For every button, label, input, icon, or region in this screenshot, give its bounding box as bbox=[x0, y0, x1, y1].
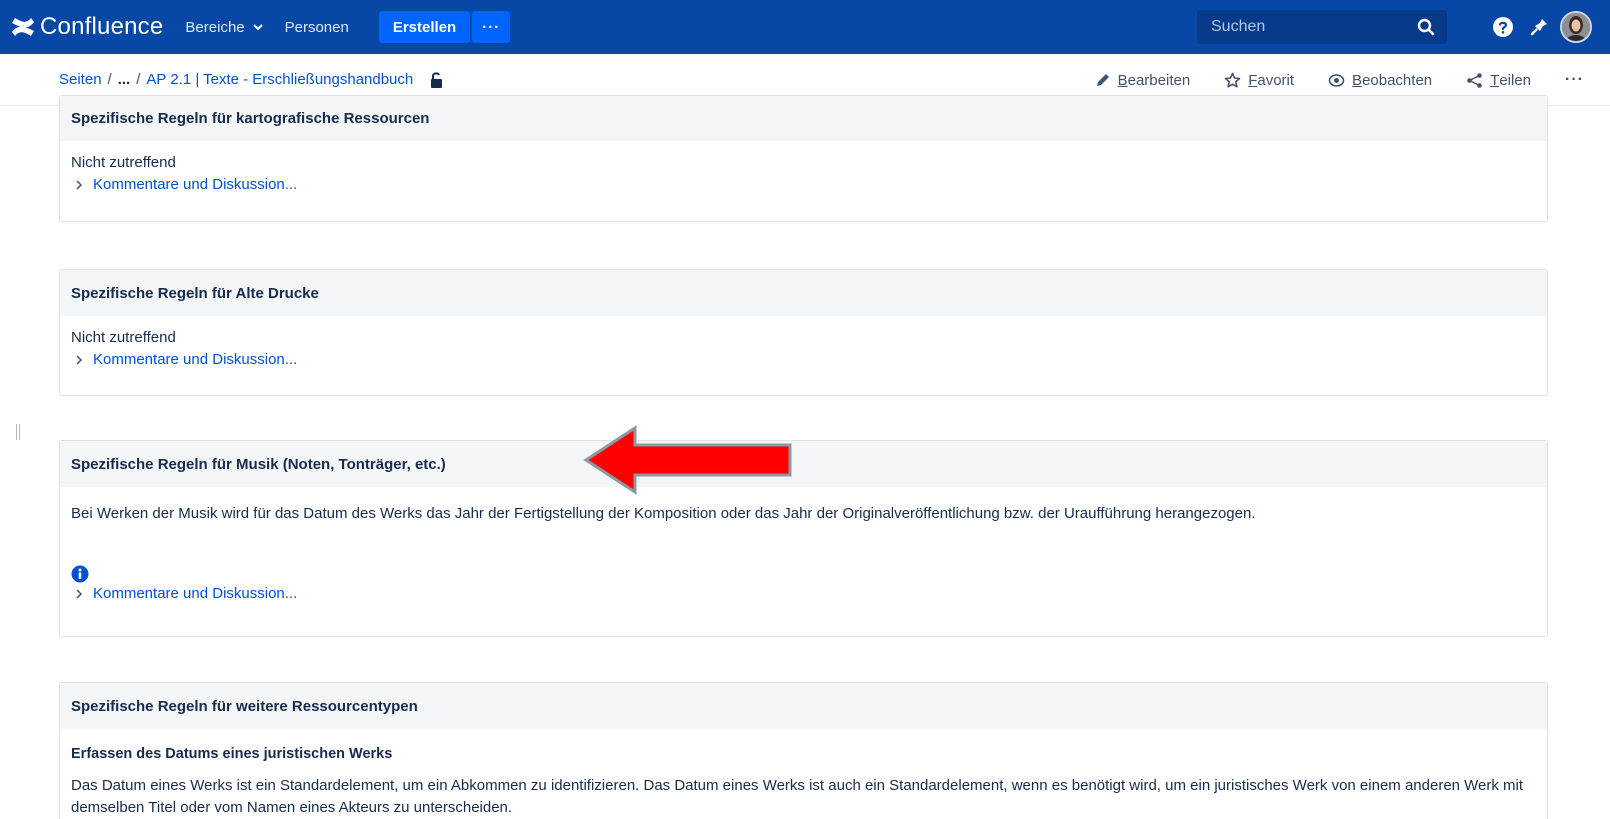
chevron-right-icon bbox=[76, 180, 83, 190]
comments-link[interactable]: Kommentare und Diskussion... bbox=[75, 174, 1536, 196]
chevron-right-icon bbox=[76, 589, 83, 599]
logo-text: Confluence bbox=[40, 13, 164, 40]
breadcrumb-current-page-link[interactable]: AP 2.1 | Texte - Erschließungshandbuch bbox=[146, 71, 413, 88]
share-label: eilen bbox=[1499, 71, 1532, 89]
search-input[interactable] bbox=[1211, 18, 1411, 36]
panel-body: Nicht zutreffend Kommentare und Diskussi… bbox=[60, 141, 1547, 196]
comments-link-label: Kommentare und Diskussion... bbox=[93, 176, 298, 193]
create-button[interactable]: Erstellen bbox=[378, 11, 471, 43]
share-accesskey: T bbox=[1490, 71, 1500, 89]
nav-spaces[interactable]: Bereiche bbox=[185, 18, 263, 36]
edit-button[interactable]: Bearbeiten bbox=[1094, 71, 1191, 89]
breadcrumb: Seiten / ... / AP 2.1 | Texte - Erschlie… bbox=[59, 71, 445, 89]
panel-title: Spezifische Regeln für Musik (Noten, Ton… bbox=[60, 441, 1547, 487]
panel-music: Spezifische Regeln für Musik (Noten, Ton… bbox=[59, 440, 1548, 637]
panel-subheading: Erfassen des Datums eines juristischen W… bbox=[71, 746, 393, 762]
nav-people[interactable]: Personen bbox=[285, 19, 349, 36]
confluence-logo-icon bbox=[12, 18, 34, 36]
panel-text: Bei Werken der Musik wird für das Datum … bbox=[71, 505, 1256, 522]
chevron-right-icon bbox=[76, 355, 83, 365]
sidebar-resize-handle[interactable] bbox=[16, 424, 22, 440]
panel-title: Spezifische Regeln für Alte Drucke bbox=[60, 270, 1547, 316]
red-arrow bbox=[583, 425, 792, 495]
share-button[interactable]: Teilen bbox=[1466, 72, 1531, 89]
comments-link[interactable]: Kommentare und Diskussion... bbox=[75, 583, 1536, 605]
breadcrumb-separator: / bbox=[107, 71, 112, 88]
panel-old-prints: Spezifische Regeln für Alte Drucke Nicht… bbox=[59, 269, 1548, 396]
comments-link-label: Kommentare und Diskussion... bbox=[93, 585, 298, 602]
panel-text: Nicht zutreffend bbox=[71, 154, 176, 171]
panel-text: Nicht zutreffend bbox=[71, 329, 176, 346]
panel-body: Erfassen des Datums eines juristischen W… bbox=[60, 729, 1547, 819]
chevron-down-icon bbox=[252, 24, 263, 31]
avatar[interactable] bbox=[1560, 11, 1592, 43]
info-icon bbox=[71, 565, 89, 583]
panel-cartographic: Spezifische Regeln für kartografische Re… bbox=[59, 95, 1548, 222]
panel-other-resources: Spezifische Regeln für weitere Ressource… bbox=[59, 682, 1548, 819]
watch-accesskey: B bbox=[1352, 71, 1363, 89]
edit-accesskey: B bbox=[1117, 71, 1128, 89]
favorite-label: avorit bbox=[1257, 71, 1295, 89]
comments-link-label: Kommentare und Diskussion... bbox=[93, 351, 298, 368]
confluence-logo[interactable]: Confluence bbox=[10, 13, 163, 41]
nav-people-label: Personen bbox=[284, 18, 349, 36]
panel-title: Spezifische Regeln für kartografische Re… bbox=[60, 96, 1547, 141]
top-navigation-bar: Confluence Bereiche Personen Erstellen ·… bbox=[0, 0, 1610, 54]
more-actions-button[interactable]: ··· bbox=[1565, 71, 1584, 89]
eye-icon bbox=[1328, 73, 1345, 87]
watch-label: eobachten bbox=[1362, 71, 1433, 89]
nav-spaces-label: Bereiche bbox=[185, 18, 245, 36]
search-box[interactable] bbox=[1197, 10, 1447, 44]
panel-body: Bei Werken der Musik wird für das Datum … bbox=[60, 487, 1547, 605]
watch-button[interactable]: Beobachten bbox=[1328, 72, 1432, 89]
favorite-accesskey: F bbox=[1248, 71, 1258, 89]
notification-icon[interactable] bbox=[1528, 16, 1550, 38]
panel-text: Das Datum eines Werks ist ein Standardel… bbox=[71, 777, 1524, 816]
more-create-button[interactable]: ··· bbox=[472, 11, 511, 43]
breadcrumb-separator: / bbox=[136, 71, 141, 88]
favorite-button[interactable]: Favorit bbox=[1224, 72, 1294, 89]
panel-title: Spezifische Regeln für weitere Ressource… bbox=[60, 683, 1547, 729]
star-icon bbox=[1224, 72, 1241, 87]
breadcrumb-pages-link[interactable]: Seiten bbox=[59, 71, 102, 88]
avatar-image bbox=[1562, 13, 1590, 41]
share-icon bbox=[1467, 72, 1482, 88]
comments-link[interactable]: Kommentare und Diskussion... bbox=[75, 349, 1536, 371]
edit-label: earbeiten bbox=[1127, 71, 1191, 89]
breadcrumb-ellipsis[interactable]: ... bbox=[118, 71, 131, 88]
panel-body: Nicht zutreffend Kommentare und Diskussi… bbox=[60, 316, 1547, 371]
lock-icon[interactable] bbox=[429, 71, 445, 89]
help-icon[interactable] bbox=[1492, 16, 1514, 38]
search-icon[interactable] bbox=[1417, 18, 1435, 36]
pencil-icon bbox=[1096, 73, 1109, 86]
